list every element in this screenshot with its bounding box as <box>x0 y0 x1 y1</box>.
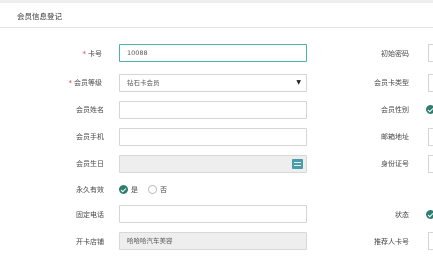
calendar-icon[interactable] <box>292 159 303 169</box>
member-level-select[interactable]: 钻石卡会员 ▼ <box>119 74 307 92</box>
referrer-card-label: 推荐人卡号 <box>374 238 409 246</box>
panel-header: 会员信息登记 <box>0 3 433 28</box>
member-birthday-input[interactable] <box>119 155 307 173</box>
member-phone-input[interactable] <box>119 128 307 146</box>
permanent-no-radio[interactable] <box>148 185 157 194</box>
landline-input[interactable] <box>119 205 307 223</box>
email-label: 邮箱地址 <box>381 133 409 141</box>
permanent-no-label[interactable]: 否 <box>160 185 167 195</box>
member-level-value: 钻石卡会员 <box>127 79 160 87</box>
id-number-input[interactable] <box>428 155 433 173</box>
member-level-label: * 会员等级 <box>68 79 103 87</box>
permanent-yes-label[interactable]: 是 <box>131 185 138 195</box>
permanent-label: 永久有效 <box>76 186 104 194</box>
required-marker: * <box>68 79 73 87</box>
landline-label: 固定电话 <box>76 211 104 219</box>
referrer-card-input[interactable] <box>428 232 433 250</box>
permanent-yes-radio[interactable] <box>119 185 128 194</box>
member-name-label: 会员姓名 <box>76 106 104 114</box>
email-input[interactable] <box>428 128 433 146</box>
status-label: 状态 <box>395 211 409 219</box>
required-marker: * <box>82 50 87 58</box>
member-phone-label: 会员手机 <box>76 133 104 141</box>
member-birthday-label: 会员生日 <box>76 160 104 168</box>
store-input: 哈哈哈汽车美容 <box>119 232 307 250</box>
store-label: 开卡店铺 <box>76 238 104 246</box>
card-no-input[interactable]: 10088 <box>119 44 307 62</box>
dropdown-caret-icon: ▼ <box>296 79 301 86</box>
card-type-label: 会员卡类型 <box>374 79 409 87</box>
id-number-label: 身份证号 <box>381 160 409 168</box>
card-type-select[interactable] <box>428 74 433 92</box>
status-radio[interactable] <box>426 210 433 219</box>
initial-password-input[interactable] <box>428 44 433 62</box>
card-no-label: * 卡号 <box>82 50 103 58</box>
gender-label: 会员性别 <box>381 106 409 114</box>
gender-radio[interactable] <box>426 105 433 114</box>
initial-password-label: 初始密码 <box>381 50 409 58</box>
member-name-input[interactable] <box>119 101 307 119</box>
page-title: 会员信息登记 <box>17 12 62 21</box>
